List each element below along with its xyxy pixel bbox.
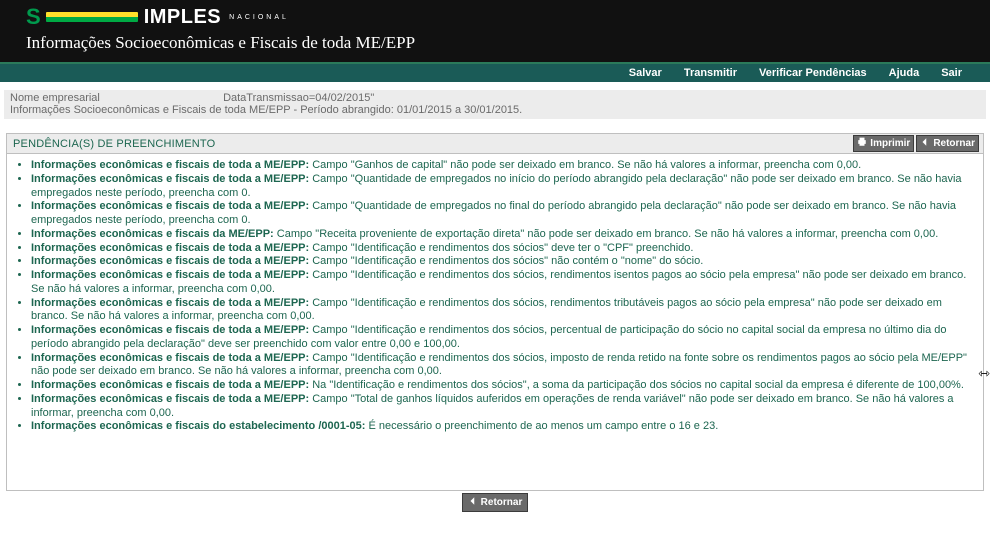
company-name-label: Nome empresarial <box>10 92 220 104</box>
logo-flag-icon <box>46 12 138 22</box>
pendency-item-bold: Informações econômicas e fiscais de toda… <box>31 324 309 336</box>
menu-sair[interactable]: Sair <box>941 67 962 79</box>
pendency-item-bold: Informações econômicas e fiscais da ME/E… <box>31 228 274 240</box>
logo: S IMPLES NACIONAL <box>0 0 990 30</box>
pendency-item-text: É necessário o preenchimento de ao menos… <box>365 420 718 432</box>
pendency-item: Informações econômicas e fiscais de toda… <box>31 159 977 173</box>
pendency-item: Informações econômicas e fiscais da ME/E… <box>31 228 977 242</box>
pendency-item: Informações econômicas e fiscais de toda… <box>31 379 977 393</box>
panel-heading: PENDÊNCIA(S) DE PREENCHIMENTO <box>13 138 215 150</box>
logo-word: IMPLES <box>144 6 221 29</box>
main-menu: Salvar Transmitir Verificar Pendências A… <box>0 64 990 82</box>
arrow-left-icon <box>468 496 478 509</box>
menu-verificar[interactable]: Verificar Pendências <box>759 67 867 79</box>
pendency-item-text: Campo "Receita proveniente de exportação… <box>274 228 939 240</box>
pendency-item-bold: Informações econômicas e fiscais de toda… <box>31 393 309 405</box>
page-title: Informações Socioeconômicas e Fiscais de… <box>0 30 990 62</box>
pendency-item: Informações econômicas e fiscais de toda… <box>31 324 977 352</box>
pendency-item-text: Na "Identificação e rendimentos dos sóci… <box>309 379 964 391</box>
printer-icon <box>857 137 867 150</box>
pendency-item: Informações econômicas e fiscais de toda… <box>31 173 977 201</box>
menu-salvar[interactable]: Salvar <box>629 67 662 79</box>
menu-transmitir[interactable]: Transmitir <box>684 67 737 79</box>
pendencies-panel: PENDÊNCIA(S) DE PREENCHIMENTO Imprimir R… <box>6 133 984 512</box>
app-header: S IMPLES NACIONAL Informações Socioeconô… <box>0 0 990 64</box>
pendency-item: Informações econômicas e fiscais do esta… <box>31 420 977 434</box>
transmission-date: DataTransmissao=04/02/2015" <box>223 92 374 104</box>
panel-header: PENDÊNCIA(S) DE PREENCHIMENTO Imprimir R… <box>6 133 984 153</box>
pendency-item-bold: Informações econômicas e fiscais de toda… <box>31 297 309 309</box>
pendency-item-text: Campo "Ganhos de capital" não pode ser d… <box>309 159 861 171</box>
pendency-item-bold: Informações econômicas e fiscais do esta… <box>31 420 365 432</box>
print-label: Imprimir <box>870 138 910 149</box>
pendencies-list: Informações econômicas e fiscais de toda… <box>13 159 977 434</box>
pendency-item-bold: Informações econômicas e fiscais de toda… <box>31 269 309 281</box>
pendency-item: Informações econômicas e fiscais de toda… <box>31 242 977 256</box>
pendency-item: Informações econômicas e fiscais de toda… <box>31 269 977 297</box>
pendency-item-text: Campo "Identificação e rendimentos dos s… <box>309 255 703 267</box>
period-text: Informações Socioeconômicas e Fiscais de… <box>10 104 980 116</box>
pendency-item: Informações econômicas e fiscais de toda… <box>31 352 977 380</box>
back-button-top[interactable]: Retornar <box>916 135 979 152</box>
pendency-item: Informações econômicas e fiscais de toda… <box>31 393 977 421</box>
logo-s-letter: S <box>26 4 40 30</box>
pendency-item: Informações econômicas e fiscais de toda… <box>31 200 977 228</box>
pendency-item-bold: Informações econômicas e fiscais de toda… <box>31 200 309 212</box>
info-strip: Nome empresarial DataTransmissao=04/02/2… <box>4 90 986 119</box>
print-button[interactable]: Imprimir <box>853 135 914 152</box>
resize-handle-icon[interactable]: ⇿ <box>978 365 990 382</box>
menu-ajuda[interactable]: Ajuda <box>889 67 920 79</box>
pendency-item: Informações econômicas e fiscais de toda… <box>31 255 977 269</box>
logo-tag: NACIONAL <box>229 14 289 21</box>
pendency-item-bold: Informações econômicas e fiscais de toda… <box>31 379 309 391</box>
pendency-item-bold: Informações econômicas e fiscais de toda… <box>31 173 309 185</box>
pendency-item: Informações econômicas e fiscais de toda… <box>31 297 977 325</box>
pendency-item-bold: Informações econômicas e fiscais de toda… <box>31 242 309 254</box>
back-label-bottom: Retornar <box>481 497 523 508</box>
arrow-left-icon <box>920 137 930 150</box>
pendency-item-bold: Informações econômicas e fiscais de toda… <box>31 352 309 364</box>
pendencies-list-container[interactable]: Informações econômicas e fiscais de toda… <box>6 153 984 491</box>
back-button-bottom[interactable]: Retornar <box>462 493 529 512</box>
pendency-item-bold: Informações econômicas e fiscais de toda… <box>31 159 309 171</box>
pendency-item-text: Campo "Identificação e rendimentos dos s… <box>309 242 693 254</box>
back-label-top: Retornar <box>933 138 975 149</box>
pendency-item-bold: Informações econômicas e fiscais de toda… <box>31 255 309 267</box>
